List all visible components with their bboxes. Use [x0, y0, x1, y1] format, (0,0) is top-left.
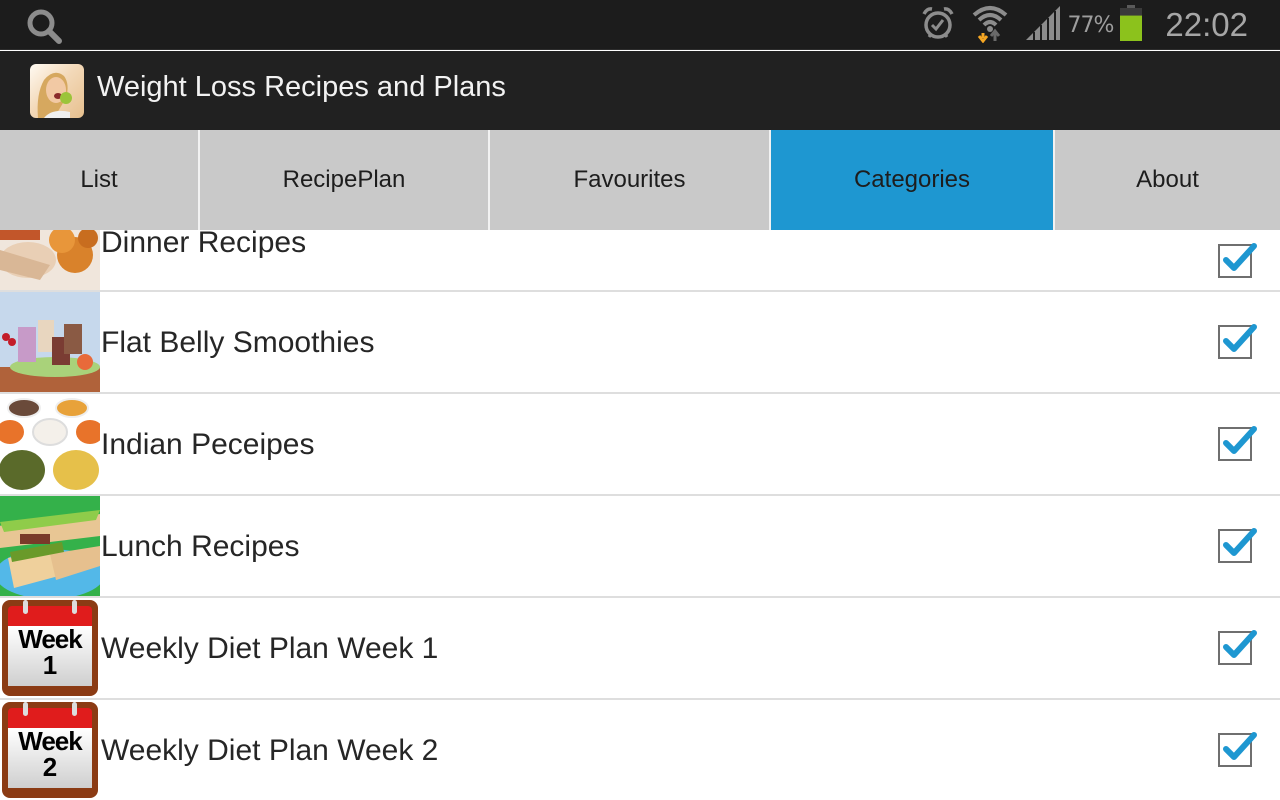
list-item[interactable]: Week 1 Weekly Diet Plan Week 1 — [0, 598, 1280, 700]
clock: 22:02 — [1165, 6, 1248, 43]
battery-fill — [1120, 15, 1143, 41]
calendar-number: 2 — [42, 752, 58, 782]
category-checkbox[interactable] — [1218, 630, 1257, 665]
tab-recipeplan[interactable]: RecipePlan — [200, 130, 490, 230]
calendar-word: Week — [18, 726, 82, 756]
status-bar: 77% 22:02 — [0, 0, 1280, 50]
category-checkbox[interactable] — [1218, 426, 1257, 461]
tab-about[interactable]: About — [1055, 130, 1280, 230]
tab-list[interactable]: List — [0, 130, 200, 230]
category-label: Dinner Recipes — [101, 230, 307, 259]
category-label: Flat Belly Smoothies — [101, 326, 375, 359]
wifi-icon — [972, 3, 1008, 47]
dinner-food-thumbnail — [0, 230, 100, 290]
list-item[interactable]: Dinner Recipes — [0, 230, 1280, 292]
category-checkbox[interactable] — [1218, 243, 1257, 278]
category-label: Lunch Recipes — [101, 530, 300, 563]
category-label: Weekly Diet Plan Week 1 — [101, 632, 439, 665]
list-item[interactable]: Week 2 Weekly Diet Plan Week 2 — [0, 700, 1280, 800]
indian-food-thumbnail — [0, 394, 100, 494]
category-checkbox[interactable] — [1218, 528, 1257, 563]
calendar-week-icon: Week 1 — [0, 598, 100, 698]
battery-percent: 77% — [1067, 12, 1115, 38]
category-checkbox[interactable] — [1218, 732, 1257, 767]
app-logo-icon[interactable] — [30, 64, 84, 118]
tab-favourites[interactable]: Favourites — [490, 130, 771, 230]
lunch-sandwich-thumbnail — [0, 496, 100, 596]
calendar-number: 1 — [42, 650, 58, 680]
search-icon[interactable] — [24, 6, 64, 46]
tab-bar: List RecipePlan Favourites Categories Ab… — [0, 130, 1280, 230]
signal-icon — [1025, 6, 1060, 44]
smoothies-thumbnail — [0, 292, 100, 392]
alarm-icon — [920, 5, 956, 45]
category-checkbox[interactable] — [1218, 324, 1257, 359]
category-list[interactable]: Dinner Recipes Flat Belly Smoothies Indi… — [0, 230, 1280, 800]
battery-icon — [1119, 5, 1143, 45]
category-label: Weekly Diet Plan Week 2 — [101, 734, 439, 767]
tab-categories[interactable]: Categories — [771, 130, 1055, 230]
category-label: Indian Peceipes — [101, 428, 315, 461]
action-bar: Weight Loss Recipes and Plans — [0, 51, 1280, 130]
list-item[interactable]: Flat Belly Smoothies — [0, 292, 1280, 394]
calendar-week-icon: Week 2 — [0, 700, 100, 800]
calendar-word: Week — [18, 624, 82, 654]
list-item[interactable]: Lunch Recipes — [0, 496, 1280, 598]
app-title: Weight Loss Recipes and Plans — [97, 71, 506, 103]
list-item[interactable]: Indian Peceipes — [0, 394, 1280, 496]
